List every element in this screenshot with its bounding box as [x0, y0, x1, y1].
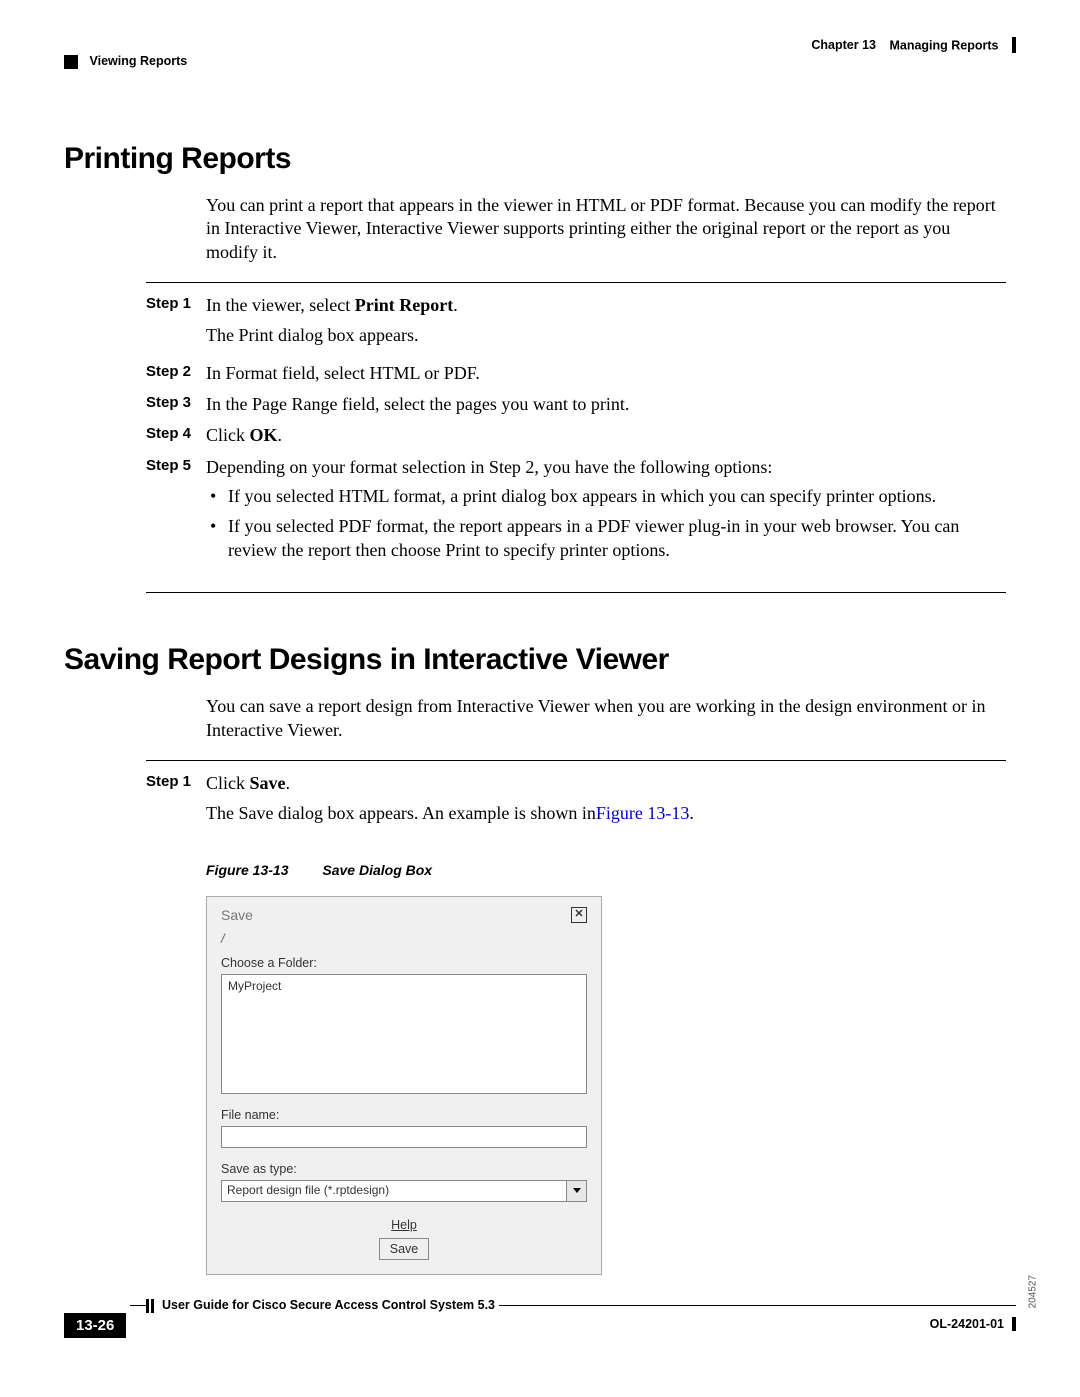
page-footer: User Guide for Cisco Secure Access Contr…: [64, 1305, 1016, 1355]
step5-bullets: If you selected HTML format, a print dia…: [206, 485, 1006, 562]
footer-doc-title: User Guide for Cisco Secure Access Contr…: [146, 1298, 499, 1313]
heading-saving-reports: Saving Report Designs in Interactive Vie…: [64, 643, 1016, 677]
saveas-select[interactable]: Report design file (*.rptdesign): [221, 1180, 587, 1202]
step-row: Step 1 Click Save. The Save dialog box a…: [146, 771, 1006, 832]
header-right: Chapter 13 Managing Reports: [811, 38, 1016, 54]
step-label: Step 3: [146, 392, 206, 416]
list-item: If you selected HTML format, a print dia…: [206, 485, 1006, 508]
steps-saving: Step 1 Click Save. The Save dialog box a…: [146, 760, 1006, 832]
footer-doc-number: OL-24201-01: [930, 1317, 1016, 1332]
step-content: In the Page Range field, select the page…: [206, 392, 1006, 416]
close-icon[interactable]: ✕: [571, 907, 587, 923]
step-label: Step 2: [146, 361, 206, 385]
footer-pipe-icon: [146, 1298, 156, 1313]
step-label: Step 4: [146, 423, 206, 447]
dialog-title: Save: [221, 907, 253, 923]
step-content: Depending on your format selection in St…: [206, 455, 1006, 569]
filename-input[interactable]: [221, 1126, 587, 1148]
intro-saving: You can save a report design from Intera…: [206, 695, 1006, 742]
step-row: Step 1 In the viewer, select Print Repor…: [146, 293, 1006, 354]
step-row: Step 2 In Format field, select HTML or P…: [146, 361, 1006, 385]
saveas-value: Report design file (*.rptdesign): [221, 1180, 567, 1202]
step-content: Click OK.: [206, 423, 1006, 447]
header-left: Viewing Reports: [64, 54, 187, 69]
step-content: In the viewer, select Print Report. The …: [206, 293, 1006, 354]
folder-label: Choose a Folder:: [221, 956, 587, 970]
steps-printing: Step 1 In the viewer, select Print Repor…: [146, 282, 1006, 593]
figure-title: Save Dialog Box: [322, 862, 432, 878]
step-content: Click Save. The Save dialog box appears.…: [206, 771, 1006, 832]
dialog-path: /: [221, 931, 587, 946]
figure-caption: Figure 13-13 Save Dialog Box: [206, 862, 1016, 878]
page-header: Chapter 13 Managing Reports Viewing Repo…: [64, 38, 1016, 78]
header-square-icon: [64, 55, 78, 69]
save-button[interactable]: Save: [379, 1238, 430, 1260]
chapter-number: Chapter 13: [811, 38, 876, 52]
figure-link[interactable]: Figure 13-13: [596, 803, 690, 823]
section-breadcrumb: Viewing Reports: [89, 54, 187, 68]
figure-number: Figure 13-13: [206, 862, 288, 878]
step-label: Step 5: [146, 455, 206, 569]
footer-pipe-icon: [1012, 1317, 1016, 1331]
saveas-label: Save as type:: [221, 1162, 587, 1176]
figure-sidecode: 204527: [1027, 1275, 1038, 1308]
step-label: Step 1: [146, 293, 206, 354]
save-dialog: Save ✕ / Choose a Folder: MyProject File…: [206, 896, 602, 1275]
folder-item[interactable]: MyProject: [228, 979, 580, 993]
chapter-title: Managing Reports: [889, 38, 998, 52]
help-link[interactable]: Help: [221, 1218, 587, 1232]
chevron-down-icon[interactable]: [567, 1180, 587, 1202]
header-pipe-icon: [1012, 37, 1016, 53]
heading-printing-reports: Printing Reports: [64, 142, 1016, 176]
folder-listbox[interactable]: MyProject: [221, 974, 587, 1094]
step-row: Step 3 In the Page Range field, select t…: [146, 392, 1006, 416]
intro-printing: You can print a report that appears in t…: [206, 194, 1006, 264]
filename-label: File name:: [221, 1108, 587, 1122]
step-row: Step 5 Depending on your format selectio…: [146, 455, 1006, 569]
step-label: Step 1: [146, 771, 206, 832]
step-content: In Format field, select HTML or PDF.: [206, 361, 1006, 385]
figure-image: Save ✕ / Choose a Folder: MyProject File…: [206, 896, 1016, 1275]
list-item: If you selected PDF format, the report a…: [206, 515, 1006, 562]
step-row: Step 4 Click OK.: [146, 423, 1006, 447]
footer-page-number: 13-26: [64, 1313, 126, 1338]
